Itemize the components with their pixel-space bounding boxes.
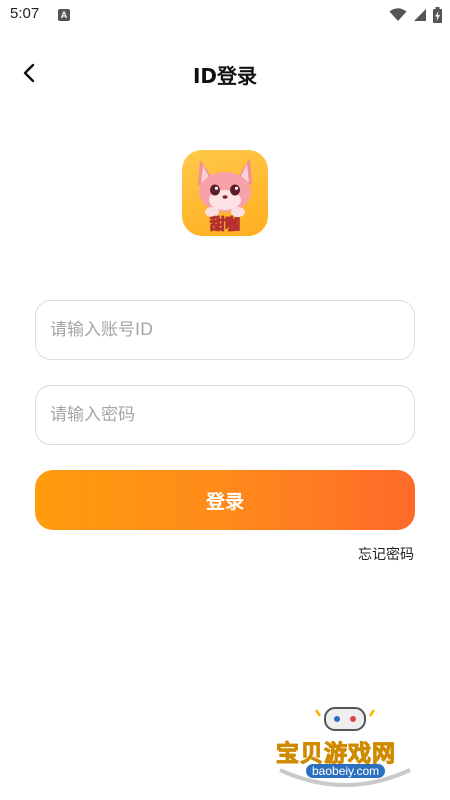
signal-icon — [414, 9, 426, 21]
wifi-icon — [389, 8, 407, 21]
password-input[interactable] — [36, 386, 414, 444]
app-logo: 甜咖 — [182, 150, 268, 236]
watermark: 宝贝游戏网 baobeiy.com — [270, 700, 420, 796]
status-bar: 5:07 A — [0, 0, 450, 30]
watermark-url: baobeiy.com — [306, 764, 386, 778]
nav-bar: ID登录 — [0, 44, 450, 102]
page-title: ID登录 — [192, 64, 258, 88]
fox-mascot-icon: 甜咖 — [198, 158, 252, 234]
account-id-input[interactable] — [36, 301, 414, 359]
logo-text: 甜咖 — [210, 215, 240, 233]
battery-charging-icon — [433, 7, 442, 23]
login-button[interactable]: 登录 — [35, 470, 415, 530]
notification-icon: A — [58, 9, 70, 21]
forgot-password-link[interactable]: 忘记密码 — [358, 544, 414, 564]
account-id-field — [35, 300, 415, 360]
status-icons — [389, 6, 442, 24]
status-time: 5:07 — [10, 5, 40, 22]
password-field — [35, 385, 415, 445]
watermark-text: 宝贝游戏网 — [276, 741, 396, 768]
